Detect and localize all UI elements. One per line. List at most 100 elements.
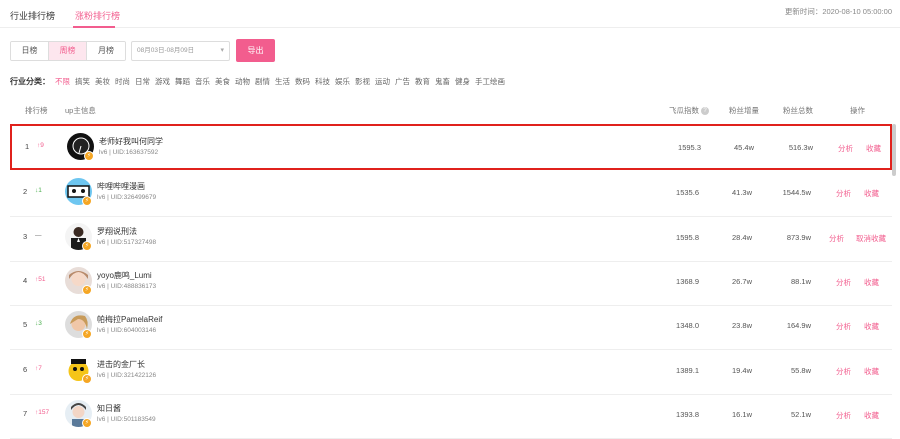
- verified-badge-icon: ⚡: [82, 329, 92, 339]
- tab-industry-ranking[interactable]: 行业排行榜: [10, 9, 55, 22]
- flying-index-value: 1389.1: [676, 366, 699, 375]
- active-tab-indicator: [73, 26, 115, 28]
- category-item[interactable]: 科技: [315, 76, 330, 87]
- analyze-link[interactable]: 分析: [838, 143, 853, 154]
- category-item[interactable]: 不限: [55, 76, 70, 87]
- analyze-link[interactable]: 分析: [836, 321, 851, 332]
- category-item[interactable]: 数码: [295, 76, 310, 87]
- flying-index-value: 1348.0: [676, 321, 699, 330]
- favorite-link[interactable]: 收藏: [864, 366, 879, 377]
- rank-change: ↑9: [37, 142, 44, 149]
- uploader-name[interactable]: 罗翔说刑法: [97, 226, 137, 237]
- category-item[interactable]: 娱乐: [335, 76, 350, 87]
- uploader-meta: lv6 | UID:321422126: [97, 372, 157, 379]
- uploader-name[interactable]: 进击的金厂长: [97, 359, 145, 370]
- category-item[interactable]: 剧情: [255, 76, 270, 87]
- fan-gain-value: 45.4w: [733, 143, 754, 152]
- rank-change: —: [35, 232, 42, 239]
- fan-gain-value: 16.1w: [731, 410, 752, 419]
- category-item[interactable]: 教育: [415, 76, 430, 87]
- rank-change: ↓1: [35, 187, 42, 194]
- monthly-button[interactable]: 月榜: [87, 42, 125, 60]
- table-row[interactable]: 6 ↑7 ⚡ 进击的金厂长 lv6 | UID:321422126 1389.1 19.4w…: [10, 349, 892, 395]
- header-operations: 操作: [850, 106, 865, 115]
- analyze-link[interactable]: 分析: [836, 277, 851, 288]
- category-item[interactable]: 广告: [395, 76, 410, 87]
- category-item[interactable]: 音乐: [195, 76, 210, 87]
- weekly-button[interactable]: 周榜: [49, 42, 87, 60]
- table-row[interactable]: 5 ↓3 ⚡ 帕梅拉PamelaReif lv6 | UID:604003146 1348…: [10, 304, 892, 350]
- category-item[interactable]: 动物: [235, 76, 250, 87]
- fan-gain-value: 28.4w: [731, 233, 752, 242]
- date-range-select[interactable]: 08月03日-08月09日 ▾: [131, 41, 230, 61]
- header-up-info: up主信息: [65, 106, 96, 115]
- fan-gain-value: 41.3w: [731, 188, 752, 197]
- tab-fan-growth-ranking[interactable]: 涨粉排行榜: [75, 9, 120, 22]
- daily-button[interactable]: 日榜: [11, 42, 49, 60]
- favorite-link[interactable]: 收藏: [864, 277, 879, 288]
- category-item[interactable]: 影视: [355, 76, 370, 87]
- fan-total-value: 88.1w: [790, 277, 811, 286]
- fan-gain-value: 23.8w: [731, 321, 752, 330]
- category-item[interactable]: 健身: [455, 76, 470, 87]
- uploader-meta: lv6 | UID:501183549: [97, 416, 156, 423]
- table-row[interactable]: 2 ↓1 ⚡ 哔哩哔哩漫画 lv6 | UID:326499679 1535.6 41.3w…: [10, 171, 892, 217]
- category-item[interactable]: 美食: [215, 76, 230, 87]
- uploader-name[interactable]: 老师好我叫何同学: [99, 136, 163, 147]
- export-button[interactable]: 导出: [236, 39, 275, 62]
- uploader-meta: lv6 | UID:604003146: [97, 327, 157, 334]
- table-row[interactable]: 3 — ⚡ 罗翔说刑法 lv6 | UID:517327498 1595.8 28.4w 87…: [10, 216, 892, 262]
- uploader-name[interactable]: 哔哩哔哩漫画: [97, 181, 145, 192]
- flying-index-value: 1368.9: [676, 277, 699, 286]
- category-item[interactable]: 运动: [375, 76, 390, 87]
- category-item[interactable]: 生活: [275, 76, 290, 87]
- fan-total-value: 164.9w: [786, 321, 811, 330]
- help-icon[interactable]: ?: [701, 107, 709, 116]
- category-item[interactable]: 美妆: [95, 76, 110, 87]
- category-item[interactable]: 日常: [135, 76, 150, 87]
- rank-change: ↑7: [35, 365, 42, 372]
- uploader-name[interactable]: 帕梅拉PamelaReif: [97, 314, 162, 325]
- table-row[interactable]: 1 ↑9 ⚡ 老师好我叫何同学 lv6 | UID:163637592 1595.3 45.…: [10, 124, 892, 170]
- category-item[interactable]: 游戏: [155, 76, 170, 87]
- fan-total-value: 873.9w: [786, 233, 811, 242]
- flying-index-value: 1393.8: [676, 410, 699, 419]
- flying-index-value: 1535.6: [676, 188, 699, 197]
- header-flying-index: 飞瓜指数?: [669, 105, 709, 116]
- header-flying-index-label: 飞瓜指数: [669, 106, 699, 115]
- uploader-meta: lv6 | UID:163637592: [99, 149, 159, 156]
- uploader-name[interactable]: yoyo鹿鸣_Lumi: [97, 270, 152, 281]
- category-item[interactable]: 搞笑: [75, 76, 90, 87]
- fan-total-value: 1544.5w: [782, 188, 811, 197]
- favorite-link[interactable]: 收藏: [864, 410, 879, 421]
- fan-gain-value: 26.7w: [731, 277, 752, 286]
- analyze-link[interactable]: 分析: [836, 410, 851, 421]
- header-fan-total: 粉丝总数: [783, 106, 813, 115]
- analyze-link[interactable]: 分析: [836, 188, 851, 199]
- category-item[interactable]: 鬼畜: [435, 76, 450, 87]
- verified-badge-icon: ⚡: [82, 374, 92, 384]
- period-toggle: 日榜 周榜 月榜: [10, 41, 126, 61]
- scrollbar[interactable]: [892, 124, 896, 176]
- favorite-link[interactable]: 收藏: [866, 143, 881, 154]
- uploader-meta: lv6 | UID:488836173: [97, 283, 157, 290]
- header-fan-gain: 粉丝增量: [729, 106, 759, 115]
- analyze-link[interactable]: 分析: [829, 233, 844, 244]
- rank-number: 5: [23, 320, 28, 329]
- uploader-name[interactable]: 知日酱: [97, 403, 121, 414]
- verified-badge-icon: ⚡: [82, 241, 92, 251]
- table-row[interactable]: 7 ↑157 ⚡ 知日酱 lv6 | UID:501183549 1393.8 16.1w 5…: [10, 393, 892, 439]
- rank-change: ↑157: [35, 409, 50, 416]
- analyze-link[interactable]: 分析: [836, 366, 851, 377]
- flying-index-value: 1595.3: [678, 143, 701, 152]
- unfavorite-link[interactable]: 取消收藏: [856, 233, 886, 244]
- favorite-link[interactable]: 收藏: [864, 188, 879, 199]
- fan-total-value: 55.8w: [790, 366, 811, 375]
- fan-gain-value: 19.4w: [731, 366, 752, 375]
- favorite-link[interactable]: 收藏: [864, 321, 879, 332]
- category-item[interactable]: 手工绘画: [475, 76, 505, 87]
- date-range-placeholder: 08月03日-08月09日: [137, 47, 195, 54]
- category-item[interactable]: 时尚: [115, 76, 130, 87]
- table-row[interactable]: 4 ↑51 ⚡ yoyo鹿鸣_Lumi lv6 | UID:488836173 1368.…: [10, 260, 892, 306]
- category-item[interactable]: 舞蹈: [175, 76, 190, 87]
